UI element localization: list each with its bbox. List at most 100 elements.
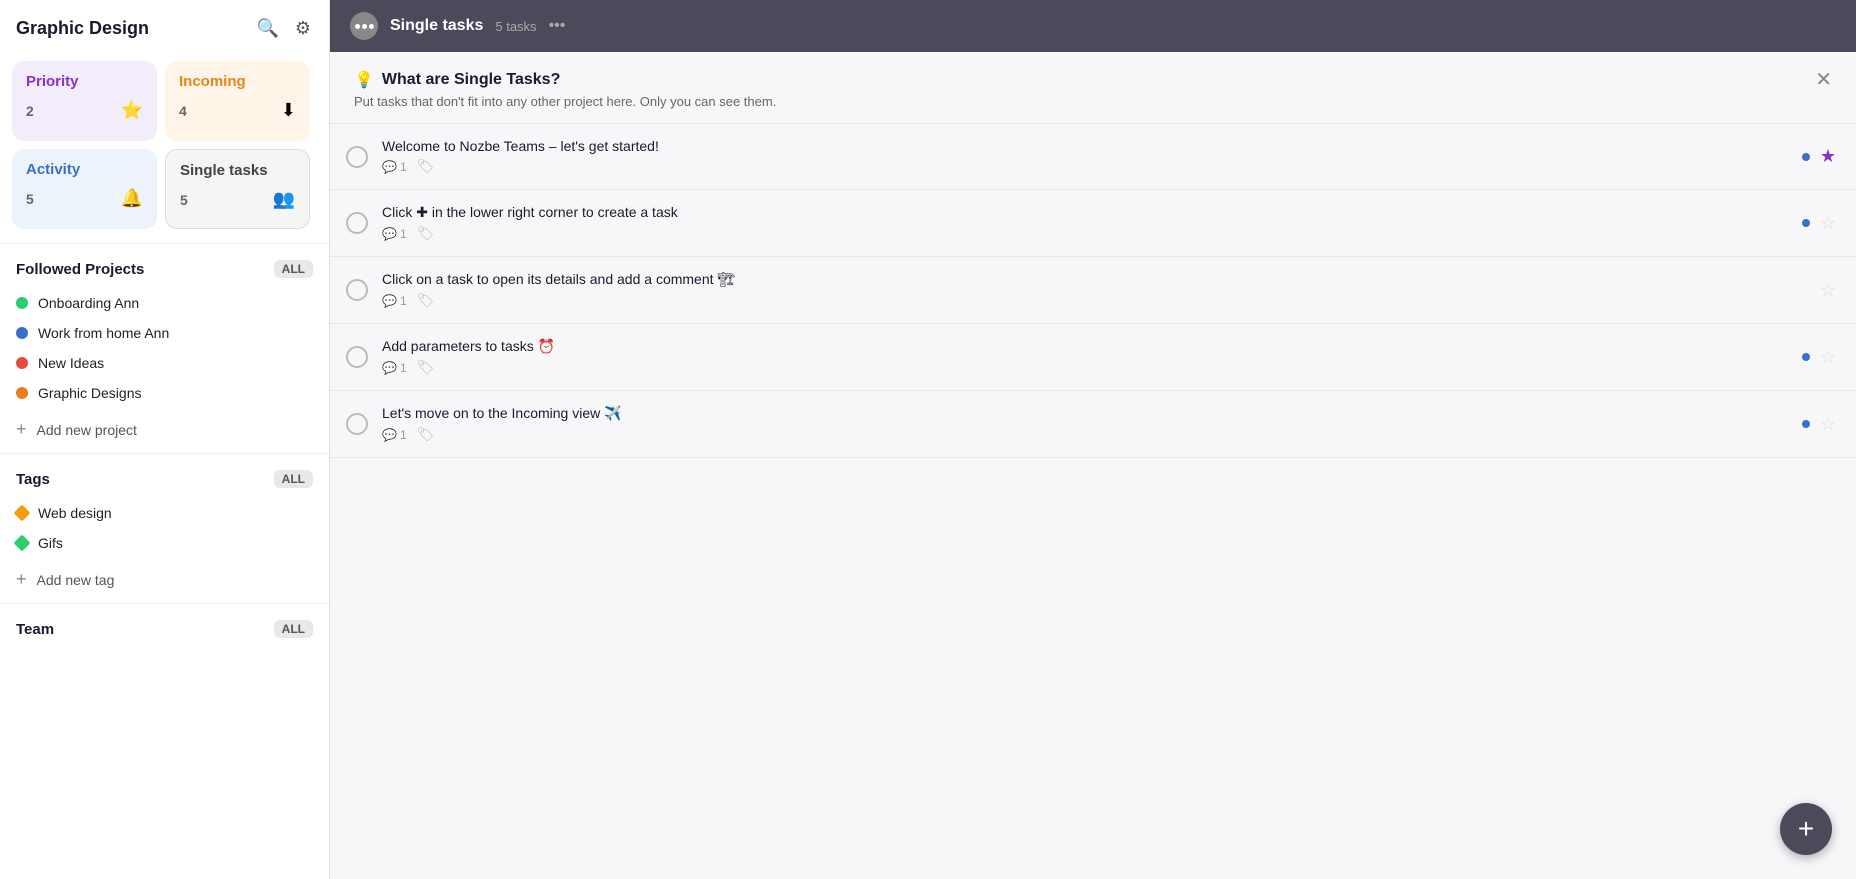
tag-icon-1: 🏷 (417, 158, 435, 175)
task-comment-count-3: 💬 1 (382, 294, 407, 308)
topbar: Single tasks 5 tasks ••• (330, 0, 1856, 52)
priority-card-count-row: 2 ⭐ (26, 100, 143, 121)
task-item: Welcome to Nozbe Teams – let's get start… (330, 124, 1856, 190)
divider-1 (0, 243, 329, 244)
comment-count-4: 1 (400, 361, 407, 375)
project-list: Onboarding Ann Work from home Ann New Id… (0, 284, 329, 412)
add-new-project-button[interactable]: + Add new project (0, 412, 329, 447)
priority-card-count: 2 (26, 103, 34, 119)
task-checkbox-5[interactable] (346, 413, 368, 435)
followed-projects-all-button[interactable]: ALL (274, 260, 313, 278)
team-all-button[interactable]: ALL (274, 620, 313, 638)
task-star-3[interactable]: ☆ (1820, 280, 1836, 301)
search-icon: 🔍 (256, 18, 278, 38)
new-ideas-label: New Ideas (38, 355, 104, 371)
close-banner-button[interactable]: ✕ (1815, 70, 1832, 90)
followed-projects-header: Followed Projects ALL (0, 250, 329, 284)
tag-list: Web design Gifs (0, 494, 329, 562)
task-meta-3: 💬 1 🏷 (382, 292, 1788, 309)
sidebar-item-work-from-home-ann[interactable]: Work from home Ann (0, 318, 329, 348)
task-comment-count-4: 💬 1 (382, 361, 407, 375)
sidebar-item-graphic-designs[interactable]: Graphic Designs (0, 378, 329, 408)
comment-icon-4: 💬 (382, 361, 397, 375)
info-title: 💡 What are Single Tasks? (354, 70, 776, 90)
more-icon: ••• (549, 17, 566, 34)
incoming-card-count: 4 (179, 103, 187, 119)
search-button[interactable]: 🔍 (254, 16, 280, 41)
tags-all-button[interactable]: ALL (274, 470, 313, 488)
comment-count-5: 1 (400, 428, 407, 442)
task-actions-3: ☆ (1802, 280, 1836, 301)
incoming-card-count-row: 4 ⬇ (179, 100, 296, 121)
avatar-dot-2 (362, 24, 367, 29)
single-tasks-card-count-row: 5 👥 (180, 189, 295, 210)
tags-header: Tags ALL (0, 460, 329, 494)
graphic-designs-label: Graphic Designs (38, 385, 142, 401)
task-checkbox-2[interactable] (346, 212, 368, 234)
settings-button[interactable]: ⚙ (293, 16, 313, 41)
sidebar-item-onboarding-ann[interactable]: Onboarding Ann (0, 288, 329, 318)
graphic-designs-dot (16, 387, 28, 399)
task-content-4: Add parameters to tasks ⏰ 💬 1 🏷 (382, 338, 1788, 376)
add-plus-icon: + (16, 419, 27, 440)
tag-icon-3: 🏷 (417, 292, 435, 309)
task-checkbox-1[interactable] (346, 146, 368, 168)
content-panel: 💡 What are Single Tasks? Put tasks that … (330, 52, 1856, 879)
add-new-tag-button[interactable]: + Add new tag (0, 562, 329, 597)
comment-icon-2: 💬 (382, 227, 397, 241)
sidebar-item-gifs[interactable]: Gifs (0, 528, 329, 558)
task-comment-count-5: 💬 1 (382, 428, 407, 442)
fab-add-button[interactable]: + (1780, 803, 1832, 855)
task-star-4[interactable]: ☆ (1820, 347, 1836, 368)
task-content-5: Let's move on to the Incoming view ✈️ 💬 … (382, 405, 1788, 443)
activity-card-count: 5 (26, 191, 34, 207)
task-dot-1 (1802, 153, 1810, 161)
web-design-icon (14, 505, 31, 522)
task-name-5: Let's move on to the Incoming view ✈️ (382, 405, 1788, 422)
task-meta-4: 💬 1 🏷 (382, 359, 1788, 376)
priority-card[interactable]: Priority 2 ⭐ (12, 61, 157, 141)
divider-3 (0, 603, 329, 604)
tag-icon-2: 🏷 (417, 225, 435, 242)
task-checkbox-4[interactable] (346, 346, 368, 368)
incoming-card[interactable]: Incoming 4 ⬇ (165, 61, 310, 141)
avatar-dot-3 (369, 24, 374, 29)
task-meta-2: 💬 1 🏷 (382, 225, 1788, 242)
sidebar-header-icons: 🔍 ⚙ (254, 16, 313, 41)
task-name-2: Click ✚ in the lower right corner to cre… (382, 204, 1788, 221)
info-description: Put tasks that don't fit into any other … (354, 94, 776, 109)
task-actions-1: ★ (1802, 146, 1836, 167)
tags-title: Tags (16, 471, 50, 488)
task-checkbox-3[interactable] (346, 279, 368, 301)
task-dot-5 (1802, 420, 1810, 428)
task-content-3: Click on a task to open its details and … (382, 271, 1788, 309)
activity-card-label: Activity (26, 161, 143, 178)
team-title: Team (16, 621, 54, 638)
comment-icon-3: 💬 (382, 294, 397, 308)
gear-icon: ⚙ (295, 18, 311, 38)
comment-count-1: 1 (400, 160, 407, 174)
topbar-count: 5 tasks (495, 19, 536, 34)
task-meta-5: 💬 1 🏷 (382, 426, 1788, 443)
task-star-5[interactable]: ☆ (1820, 414, 1836, 435)
task-meta-1: 💬 1 🏷 (382, 158, 1788, 175)
onboarding-ann-label: Onboarding Ann (38, 295, 139, 311)
gifs-icon (14, 535, 31, 552)
sidebar-header: Graphic Design 🔍 ⚙ (0, 0, 329, 53)
work-from-home-ann-dot (16, 327, 28, 339)
activity-card-count-row: 5 🔔 (26, 188, 143, 209)
priority-card-label: Priority (26, 73, 143, 90)
sidebar-item-web-design[interactable]: Web design (0, 498, 329, 528)
sidebar-item-new-ideas[interactable]: New Ideas (0, 348, 329, 378)
single-tasks-card[interactable]: Single tasks 5 👥 (165, 149, 310, 229)
task-star-1[interactable]: ★ (1820, 146, 1836, 167)
activity-card[interactable]: Activity 5 🔔 (12, 149, 157, 229)
task-star-2[interactable]: ☆ (1820, 213, 1836, 234)
cards-row: Priority 2 ⭐ Incoming 4 ⬇ Activity 5 🔔 S… (0, 53, 329, 237)
topbar-more-button[interactable]: ••• (549, 17, 566, 35)
followed-projects-title: Followed Projects (16, 261, 144, 278)
task-actions-2: ☆ (1802, 213, 1836, 234)
topbar-avatar-dots (355, 24, 374, 29)
comment-count-3: 1 (400, 294, 407, 308)
onboarding-ann-dot (16, 297, 28, 309)
